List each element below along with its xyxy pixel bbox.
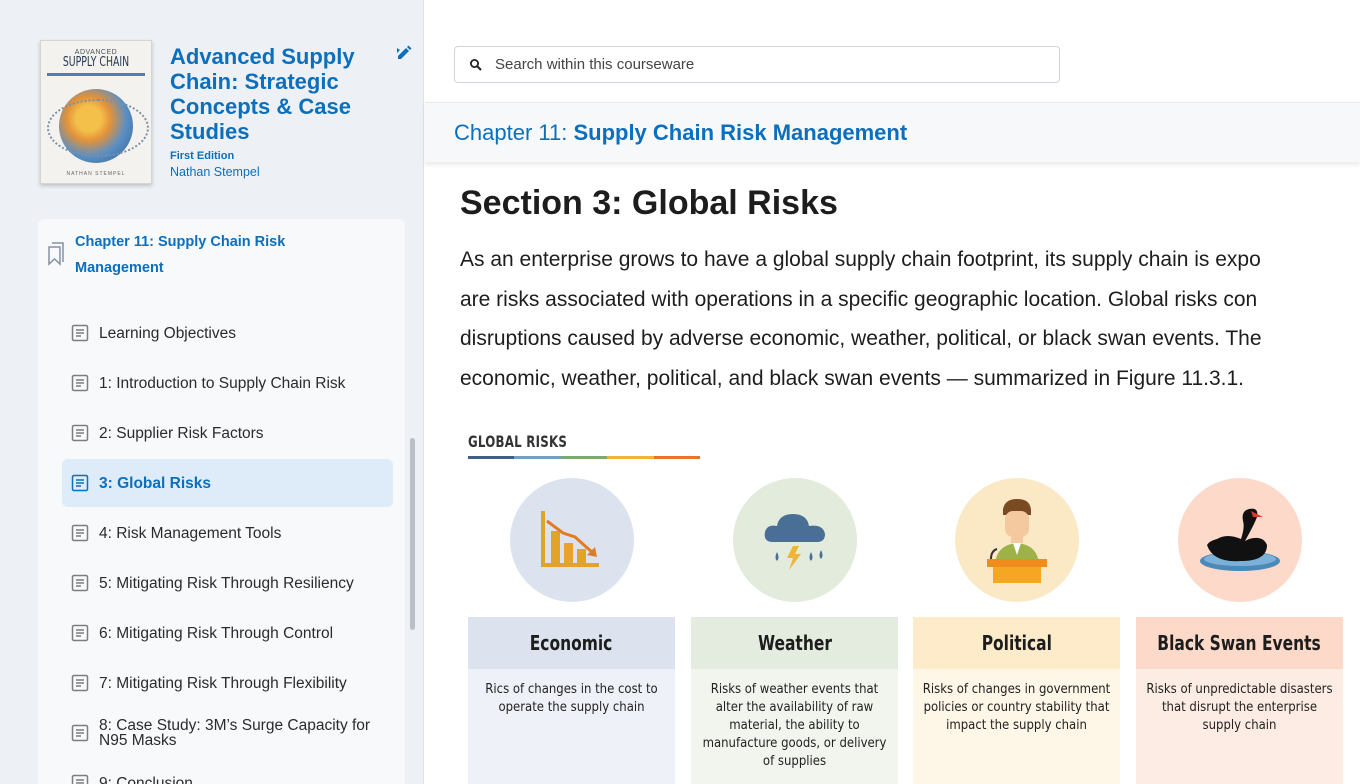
rule-segment: [468, 456, 515, 459]
paragraph-line: disruptions caused by adverse economic, …: [460, 327, 1262, 350]
search-box[interactable]: [454, 46, 1060, 83]
rule-segment: [514, 456, 561, 459]
document-icon: [71, 474, 89, 492]
toc-item[interactable]: 2: Supplier Risk Factors: [62, 409, 393, 457]
document-icon: [71, 324, 89, 342]
toc-item-label: 2: Supplier Risk Factors: [99, 424, 264, 442]
card-title-text: Economic: [530, 631, 613, 655]
document-icon: [71, 524, 89, 542]
toc-item-label: 5: Mitigating Risk Through Resiliency: [99, 574, 354, 592]
toc-item[interactable]: 6: Mitigating Risk Through Control: [62, 609, 393, 657]
book-cover[interactable]: ADVANCED SUPPLY CHAIN NATHAN STEMPEL: [40, 40, 152, 184]
cover-title: SUPPLY CHAIN: [62, 55, 130, 70]
section-paragraph: As an enterprise grows to have a global …: [460, 240, 1360, 398]
paragraph-line: economic, weather, political, and black …: [460, 366, 1244, 390]
toc-item-label: 1: Introduction to Supply Chain Risk: [99, 374, 346, 392]
card-description: Rics of changes in the cost to operate t…: [468, 669, 675, 784]
chapter-bar-title: Supply Chain Risk Management: [573, 120, 908, 145]
chapter-bar-prefix: Chapter 11:: [454, 120, 574, 145]
toc-item[interactable]: 7: Mitigating Risk Through Flexibility: [62, 659, 393, 707]
bookmark-icon[interactable]: [47, 242, 65, 266]
storm-cloud-icon: [764, 514, 825, 570]
figure-heading-rule: [468, 456, 701, 459]
rule-segment: [653, 456, 701, 459]
card-title: Political: [913, 617, 1120, 669]
paragraph-line: As an enterprise grows to have a global …: [460, 248, 1261, 271]
rule-segment: [607, 456, 654, 459]
toc-item-label: 4: Risk Management Tools: [99, 524, 282, 542]
weather-card: Weather Risks of weather events that alt…: [691, 617, 898, 784]
figure-heading: GLOBAL RISKS: [468, 432, 568, 451]
document-icon: [71, 674, 89, 692]
document-icon: [71, 374, 89, 392]
political-card: Political Risks of changes in government…: [913, 617, 1120, 784]
section-title: Section 3: Global Risks: [460, 184, 838, 222]
black-swan-icon: [1200, 508, 1280, 571]
toc-item-label: 7: Mitigating Risk Through Flexibility: [99, 674, 347, 692]
toc-item-label: 9: Conclusion: [99, 774, 193, 784]
weather-circle: [733, 478, 857, 602]
document-icon: [71, 424, 89, 442]
document-icon: [71, 624, 89, 642]
toc-item[interactable]: 9: Conclusion: [62, 759, 393, 784]
chapter-bar: Chapter 11: Supply Chain Risk Management: [425, 102, 1360, 162]
card-description: Risks of changes in government policies …: [913, 669, 1120, 784]
card-description: Risks of weather events that alter the a…: [691, 669, 898, 784]
book-edition: First Edition: [170, 150, 235, 162]
cover-author: NATHAN STEMPEL: [66, 171, 126, 177]
edit-icon[interactable]: [396, 44, 412, 60]
declining-chart-icon: [541, 511, 599, 567]
paragraph-line: are risks associated with operations in …: [460, 287, 1258, 311]
card-title: Economic: [468, 617, 675, 669]
book-title[interactable]: Advanced Supply Chain: Strategic Concept…: [170, 44, 380, 144]
toc-item[interactable]: 1: Introduction to Supply Chain Risk: [62, 359, 393, 407]
toc-item-label: Learning Objectives: [99, 324, 236, 342]
toc-item[interactable]: 5: Mitigating Risk Through Resiliency: [62, 559, 393, 607]
toc-item-label: 3: Global Risks: [99, 474, 211, 492]
document-icon: [71, 724, 89, 742]
toc-item[interactable]: 3: Global Risks: [62, 459, 393, 507]
toc-item-label: 8: Case Study: 3M’s Surge Capacity for N…: [99, 717, 371, 749]
card-title-text: Political: [981, 631, 1052, 655]
toc-chapter-heading[interactable]: Chapter 11: Supply Chain Risk Management: [75, 229, 335, 281]
cover-globe-image: [47, 89, 149, 163]
cover-band: [47, 73, 145, 76]
document-icon: [71, 574, 89, 592]
economic-card: Economic Rics of changes in the cost to …: [468, 617, 675, 784]
toc-item[interactable]: 4: Risk Management Tools: [62, 509, 393, 557]
toc-item[interactable]: 8: Case Study: 3M’s Surge Capacity for N…: [62, 709, 393, 757]
card-title-text: Weather: [757, 631, 832, 655]
card-description: Risks of unpredictable disasters that di…: [1136, 669, 1343, 784]
card-title: Weather: [691, 617, 898, 669]
document-icon: [71, 774, 89, 784]
sidebar: ADVANCED SUPPLY CHAIN NATHAN STEMPEL Adv…: [0, 0, 424, 784]
toc-item[interactable]: Learning Objectives: [62, 309, 393, 357]
chapter-bar-heading[interactable]: Chapter 11: Supply Chain Risk Management: [454, 120, 907, 146]
black-swan-card: Black Swan Events Risks of unpredictable…: [1136, 617, 1343, 784]
sidebar-scrollbar[interactable]: [410, 438, 415, 630]
card-title-text: Black Swan Events: [1157, 631, 1322, 655]
politician-podium-icon: [987, 499, 1047, 583]
main-content: Section 3: Global Risks As an enterprise…: [460, 162, 1360, 784]
toc-item-label: 6: Mitigating Risk Through Control: [99, 624, 334, 642]
rule-segment: [560, 456, 608, 459]
economic-circle: [510, 478, 634, 602]
political-circle: [955, 478, 1079, 602]
search-icon: [470, 58, 482, 71]
black-swan-circle: [1178, 478, 1302, 602]
book-author[interactable]: Nathan Stempel: [170, 165, 260, 179]
search-input[interactable]: [495, 56, 1059, 73]
card-title: Black Swan Events: [1136, 617, 1343, 669]
